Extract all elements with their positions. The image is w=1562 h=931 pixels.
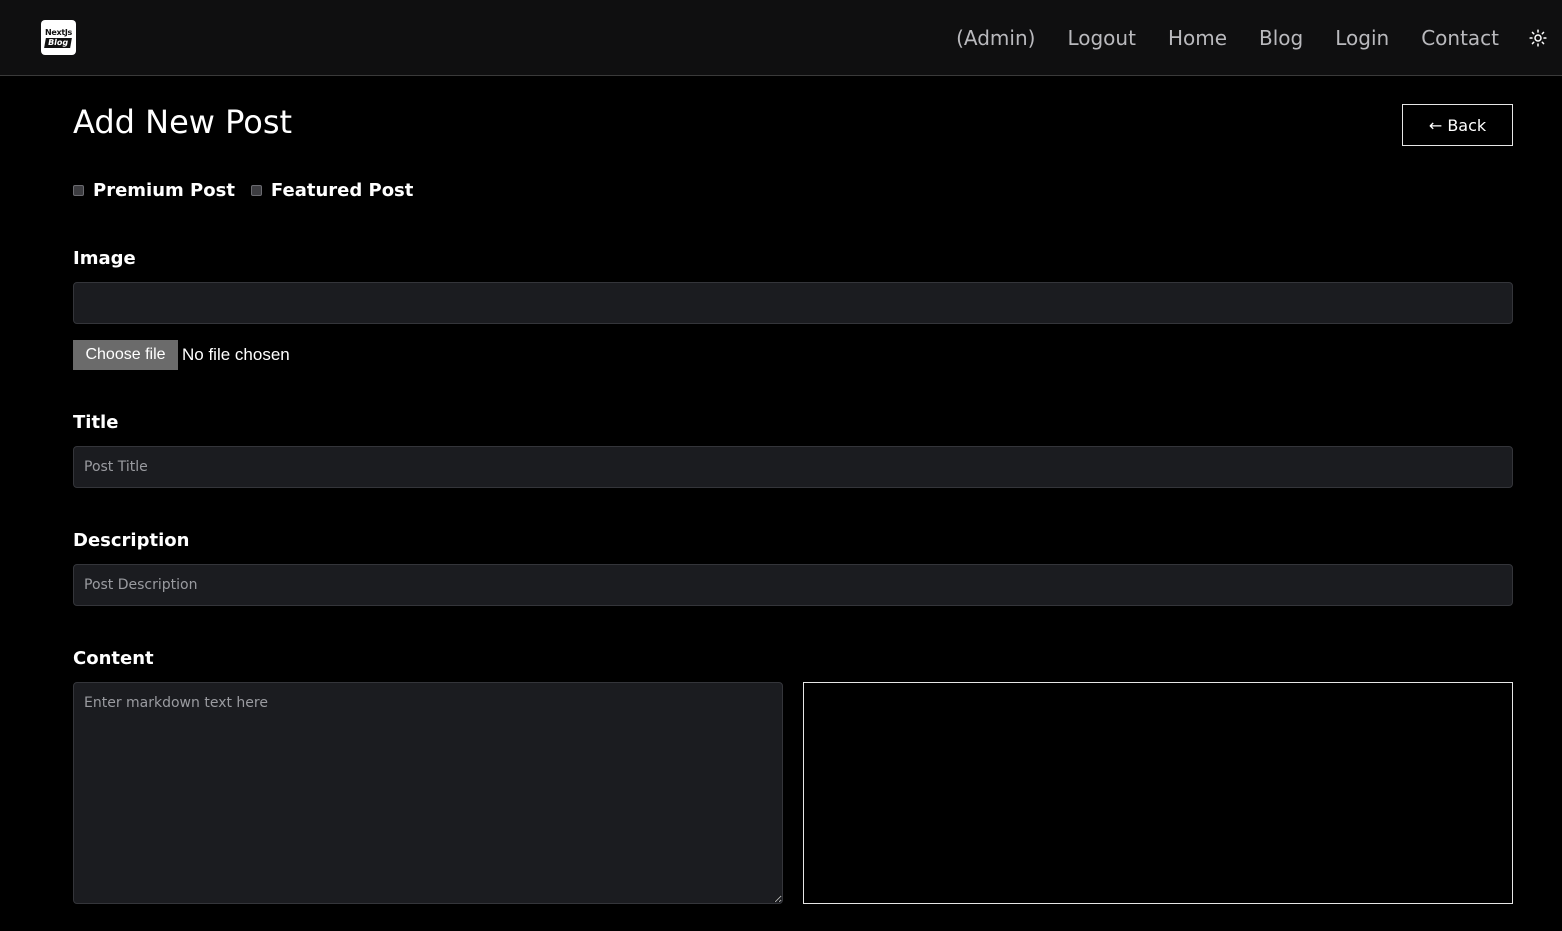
premium-post-option[interactable]: Premium Post: [73, 180, 235, 201]
choose-file-button[interactable]: Choose file: [73, 340, 178, 370]
image-label: Image: [73, 248, 136, 269]
featured-post-label: Featured Post: [270, 180, 414, 201]
description-input[interactable]: [73, 564, 1513, 606]
file-picker: Choose file No file chosen: [73, 340, 290, 370]
file-status-text: No file chosen: [182, 345, 290, 364]
description-label: Description: [73, 530, 190, 551]
nav-item-admin[interactable]: (Admin): [956, 26, 1035, 50]
page-title: Add New Post: [73, 103, 293, 141]
nav-item-blog[interactable]: Blog: [1259, 26, 1303, 50]
nav-links: (Admin) Logout Home Blog Login Contact: [924, 0, 1562, 76]
image-url-input[interactable]: [73, 282, 1513, 324]
nav-item-logout[interactable]: Logout: [1067, 26, 1135, 50]
logo-line-2: Blog: [44, 37, 73, 48]
title-input[interactable]: [73, 446, 1513, 488]
sun-icon[interactable]: [1529, 29, 1547, 47]
logo-line-1: NextJs: [44, 27, 73, 37]
back-button[interactable]: ← Back: [1402, 104, 1513, 146]
featured-post-checkbox[interactable]: [250, 185, 262, 196]
nav-item-home[interactable]: Home: [1168, 26, 1227, 50]
nav-item-login[interactable]: Login: [1335, 26, 1389, 50]
premium-post-checkbox[interactable]: [73, 185, 84, 196]
post-options: Premium Post Featured Post: [73, 180, 429, 201]
site-logo[interactable]: NextJs Blog: [41, 20, 76, 55]
content-label: Content: [73, 648, 154, 669]
premium-post-label: Premium Post: [93, 180, 235, 201]
markdown-preview-pane: [803, 682, 1513, 904]
nav-item-contact[interactable]: Contact: [1421, 26, 1499, 50]
featured-post-option[interactable]: Featured Post: [250, 180, 414, 201]
navbar: NextJs Blog (Admin) Logout Home Blog Log…: [0, 0, 1562, 76]
content-markdown-editor[interactable]: [73, 682, 783, 904]
title-label: Title: [73, 412, 119, 433]
